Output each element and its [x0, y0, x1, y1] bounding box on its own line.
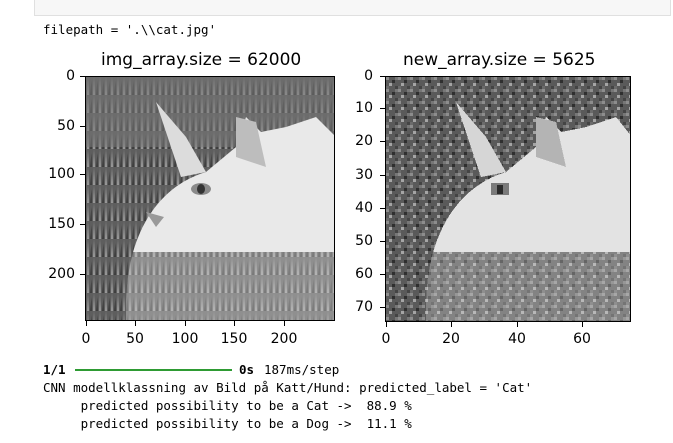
- y-tick-label: 70: [355, 299, 373, 315]
- y-tick-mark: [80, 224, 85, 225]
- y-tick-label: 0: [66, 68, 75, 84]
- y-tick-mark: [380, 108, 385, 109]
- y-tick-mark: [80, 126, 85, 127]
- x-tick-label: 40: [508, 331, 526, 347]
- dog-possibility-output: predicted possibility to be a Dog -> 11.…: [43, 416, 412, 431]
- x-tick-mark: [86, 321, 87, 326]
- y-tick-mark: [380, 141, 385, 142]
- filepath-output: filepath = '.\\cat.jpg': [43, 22, 217, 37]
- cat-possibility-output: predicted possibility to be a Cat -> 88.…: [43, 398, 412, 413]
- x-tick-label: 60: [573, 331, 591, 347]
- pixelated-cat-image: [385, 76, 631, 322]
- x-tick-label: 50: [126, 331, 144, 347]
- y-tick-label: 20: [355, 133, 373, 149]
- x-tick-label: 0: [81, 331, 91, 347]
- plot-title: new_array.size = 5625: [403, 50, 596, 70]
- pixelated-cat-image-graphic: [386, 77, 630, 321]
- y-tick-label: 150: [48, 216, 75, 232]
- x-tick-label: 20: [442, 331, 460, 347]
- x-tick-label: 100: [171, 331, 199, 347]
- classification-output: CNN modellklassning av Bild på Katt/Hund…: [43, 380, 533, 395]
- progress-bar: [75, 369, 232, 371]
- y-tick-label: 50: [355, 233, 373, 249]
- y-tick-label: 40: [355, 200, 373, 216]
- progress-time: 0s: [239, 362, 255, 377]
- y-tick-mark: [80, 274, 85, 275]
- cat-image-graphic: [86, 77, 334, 320]
- x-tick-mark: [234, 321, 235, 326]
- y-tick-mark: [80, 76, 85, 77]
- x-tick-mark: [135, 321, 136, 326]
- x-tick-label: 150: [220, 331, 248, 347]
- y-tick-label: 30: [355, 167, 373, 183]
- progress-rate: 187ms/step: [264, 362, 340, 377]
- y-tick-mark: [380, 76, 385, 77]
- y-tick-mark: [380, 307, 385, 308]
- y-tick-label: 50: [57, 118, 75, 134]
- plot-title: img_array.size = 62000: [101, 50, 302, 70]
- y-tick-label: 200: [48, 266, 75, 282]
- y-tick-label: 0: [364, 68, 373, 84]
- y-tick-mark: [380, 241, 385, 242]
- cat-image: [85, 76, 335, 321]
- progress-count: 1/1: [43, 362, 66, 377]
- y-tick-mark: [380, 208, 385, 209]
- y-tick-label: 10: [355, 100, 373, 116]
- y-tick-mark: [380, 175, 385, 176]
- y-tick-label: 100: [48, 166, 75, 182]
- x-tick-label: 0: [381, 331, 391, 347]
- x-tick-mark: [185, 321, 186, 326]
- x-tick-mark: [517, 322, 518, 327]
- x-tick-mark: [582, 322, 583, 327]
- x-tick-mark: [284, 321, 285, 326]
- previous-code-cell[interactable]: [34, 0, 671, 16]
- y-tick-label: 60: [355, 266, 373, 282]
- y-tick-mark: [80, 174, 85, 175]
- x-tick-mark: [451, 322, 452, 327]
- x-tick-mark: [386, 322, 387, 327]
- x-tick-label: 200: [270, 331, 298, 347]
- y-tick-mark: [380, 274, 385, 275]
